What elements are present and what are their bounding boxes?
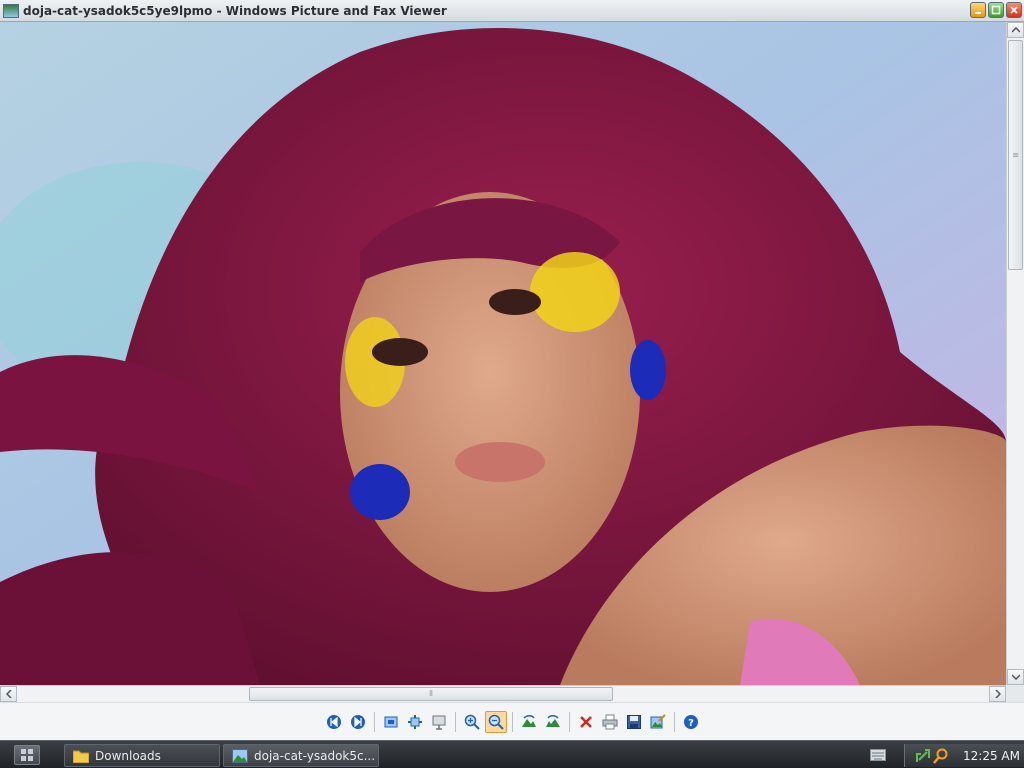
toolbar-separator [373, 711, 375, 732]
open-for-editing-button[interactable] [647, 711, 669, 733]
grip-icon: ⦀ [429, 689, 433, 698]
rotate-ccw-icon [545, 714, 560, 727]
toolbar-separator [673, 711, 675, 732]
next-icon [350, 714, 365, 729]
scroll-up-button[interactable] [1007, 22, 1024, 38]
scroll-left-button[interactable] [0, 686, 17, 702]
title-bar[interactable]: doja-cat-ysadok5c5ye9lpmo - Windows Pict… [0, 0, 1024, 22]
scrollbar-corner [1006, 685, 1024, 702]
image-viewport[interactable] [0, 22, 1006, 685]
copy-to-button[interactable] [623, 711, 645, 733]
portrait-photo [0, 22, 1006, 685]
close-icon [1010, 6, 1018, 14]
scroll-right-button[interactable] [989, 686, 1006, 702]
toolbar-separator [511, 711, 513, 732]
toolbar-separator [568, 711, 570, 732]
chevron-left-icon [5, 690, 12, 698]
delete-button[interactable] [575, 711, 597, 733]
vertical-scrollbar[interactable]: ≡ [1006, 22, 1024, 685]
rotate-counterclockwise-button[interactable] [542, 711, 564, 733]
start-button[interactable] [14, 745, 40, 765]
rotate-cw-icon [521, 714, 536, 727]
vertical-scroll-thumb[interactable]: ≡ [1008, 40, 1023, 270]
slide-show-button[interactable] [428, 711, 450, 733]
actual-size-icon [407, 714, 422, 729]
rotate-clockwise-button[interactable] [518, 711, 540, 733]
best-fit-icon [384, 716, 397, 727]
toolbar-separator [454, 711, 456, 732]
previous-image-button[interactable] [323, 711, 345, 733]
network-icon[interactable] [915, 748, 931, 764]
system-tray: 12:25 AM [904, 744, 1024, 767]
taskbar-item-downloads[interactable]: Downloads [64, 744, 220, 767]
task-label: doja-cat-ysadok5c... [254, 748, 376, 763]
viewer-toolbar: ? [0, 702, 1024, 740]
window-controls [970, 2, 1022, 18]
window-title: doja-cat-ysadok5c5ye9lpmo - Windows Pict… [23, 3, 447, 18]
taskbar: Downloads doja-cat-ysadok5c... 12:25 AM [0, 740, 1024, 768]
horizontal-scroll-thumb[interactable]: ⦀ [249, 687, 613, 701]
best-fit-button[interactable] [380, 711, 402, 733]
svg-text:?: ? [688, 718, 694, 729]
grip-icon: ≡ [1012, 150, 1019, 160]
start-grid-icon [21, 749, 33, 761]
taskbar-item-picture-viewer[interactable]: doja-cat-ysadok5c... [223, 744, 379, 767]
print-icon [602, 714, 617, 729]
keyboard-icon[interactable] [870, 749, 886, 761]
search-icon[interactable] [933, 748, 949, 764]
chevron-down-icon [1011, 674, 1020, 680]
folder-icon [73, 750, 89, 763]
zoom-out-button[interactable] [484, 710, 507, 733]
maximize-icon [991, 5, 1001, 15]
minimize-icon [975, 12, 981, 14]
scroll-down-button[interactable] [1007, 669, 1024, 685]
save-icon [626, 714, 641, 729]
taskbar-clock[interactable]: 12:25 AM [963, 749, 1020, 763]
previous-icon [326, 714, 341, 729]
picture-viewer-icon [3, 3, 19, 18]
print-button[interactable] [599, 711, 621, 733]
edit-icon [650, 713, 666, 728]
zoom-in-button[interactable] [461, 711, 483, 733]
horizontal-scrollbar[interactable]: ⦀ [0, 685, 1006, 702]
next-image-button[interactable] [347, 711, 369, 733]
close-button[interactable] [1006, 2, 1022, 18]
zoom-out-icon [488, 714, 504, 730]
zoom-in-icon [464, 714, 480, 730]
help-icon: ? [683, 714, 698, 729]
desktop-screen: doja-cat-ysadok5c5ye9lpmo - Windows Pict… [0, 0, 1024, 768]
help-button[interactable]: ? [680, 711, 702, 733]
slideshow-icon [432, 715, 445, 730]
minimize-button[interactable] [970, 2, 986, 18]
maximize-button[interactable] [988, 2, 1004, 18]
actual-size-button[interactable] [404, 711, 426, 733]
chevron-right-icon [994, 690, 1001, 698]
chevron-up-icon [1011, 27, 1020, 33]
image-icon [232, 748, 248, 763]
delete-icon [579, 715, 592, 728]
task-label: Downloads [95, 748, 161, 763]
